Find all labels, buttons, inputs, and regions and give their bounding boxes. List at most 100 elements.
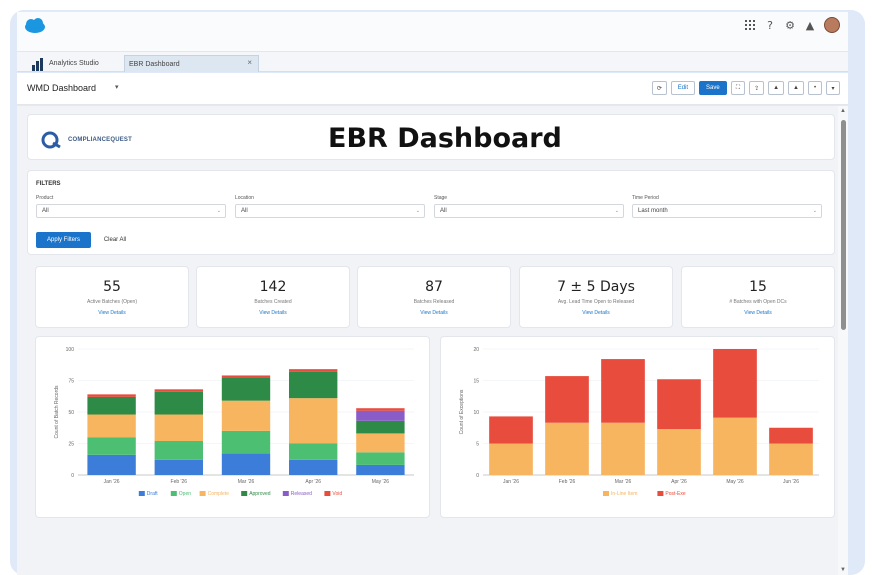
scroll-up-icon[interactable]: ▲ [840,108,846,114]
bar-segment [489,443,533,475]
bar-segment [356,433,405,453]
save-button[interactable]: Save [698,81,727,95]
close-icon[interactable]: × [247,58,252,67]
time-period-select[interactable]: Last month ⌄ [632,204,822,218]
filters-title: FILTERS [36,181,61,187]
global-header: ? ⚙ ▲ [17,12,848,52]
bar-segment [221,375,271,378]
q-logo-icon [41,131,61,149]
bar-segment [356,408,405,411]
x-tick-label: Apr '26 [671,479,687,485]
tab-label: Analytics Studio [49,60,99,67]
clear-all-button[interactable]: Clear All [96,232,134,248]
notify-button[interactable]: ▲ [768,81,785,95]
bar-segment [221,377,271,401]
kpi-card: 15 # Batches with Open DCs View Details [681,266,835,328]
view-details-link[interactable]: View Details [197,310,349,316]
refresh-button[interactable]: ⟳ [651,81,667,95]
share-button[interactable]: ⇪ [749,81,765,95]
y-axis-label: Count of Exceptions [459,389,465,434]
kpi-card: 55 Active Batches (Open) View Details [35,266,189,328]
dashboard-title[interactable]: WMD Dashboard [27,83,96,93]
view-details-link[interactable]: View Details [682,310,834,316]
apply-filters-button[interactable]: Apply Filters [36,232,91,248]
x-tick-label: Mar '26 [238,479,255,485]
refresh-icon: ⟳ [656,85,662,92]
x-tick-label: May '26 [372,479,390,485]
bar-segment [601,422,645,475]
select-value: All [42,208,49,214]
bell-icon[interactable]: ▲ [804,19,816,32]
lock-icon: ▲ [793,85,799,91]
tab-ebr-dashboard[interactable]: EBR Dashboard × [124,55,259,72]
exceptions-chart[interactable]: 0 5 10 15 20 Count of Exceptions Jan '26 Feb '2… [441,337,836,519]
bar-segment [154,391,203,415]
batch-records-chart[interactable]: 0 25 50 75 100 Count of Batch Records Jan '26 F… [36,337,431,519]
avatar[interactable] [824,17,840,33]
dashboard-toolbar: ⟳ Edit Save ⛶ ⇪ ▲ ▲ • ▾ [651,81,840,95]
legend-swatch [603,491,609,496]
select-value: Last month [638,208,668,214]
bar-segment [769,443,813,475]
legend-label: In-Line Item [611,491,637,497]
view-details-link[interactable]: View Details [520,310,672,316]
kpi-value: 7 ± 5 Days [557,279,635,295]
legend-swatch [282,491,289,496]
bar-segment [356,464,405,475]
bar-segment [545,422,589,475]
title-banner: COMPLIANCEQUEST EBR Dashboard [27,114,835,160]
bar-segment [87,437,136,455]
legend-swatch [241,491,248,496]
kpi-value: 142 [259,279,287,295]
y-tick-label: 100 [66,347,75,353]
chevron-down-icon: ▾ [831,85,835,92]
x-tick-label: Mar '26 [615,479,632,485]
tab-analytics-studio[interactable]: Analytics Studio [27,55,122,72]
bar-segment [657,429,701,475]
bar-segment [601,359,645,423]
view-details-link[interactable]: View Details [36,310,188,316]
chevron-down-icon: ⌄ [812,208,817,214]
chevron-down-icon[interactable]: ▾ [115,83,119,91]
y-tick-label: 5 [476,442,479,448]
x-tick-label: Jan '26 [104,479,120,485]
view-details-link[interactable]: View Details [358,310,510,316]
more-button[interactable]: • [808,81,822,95]
scroll-down-icon[interactable]: ▼ [840,567,846,573]
scrollbar[interactable]: ▲ ▼ [838,106,848,575]
settings-icon[interactable]: ⚙ [784,19,796,32]
edit-button[interactable]: Edit [670,81,695,95]
y-tick-label: 15 [473,379,479,385]
y-axis-label: Count of Batch Records [54,385,60,439]
bell-icon: ▲ [773,85,780,91]
y-tick-label: 10 [473,410,479,416]
help-icon[interactable]: ? [764,19,776,32]
x-tick-label: Apr '26 [305,479,321,485]
legend-label: Open [179,491,191,497]
bar-segment [221,430,271,454]
kpi-card: 87 Batches Released View Details [357,266,511,328]
bar-segment [769,427,813,444]
stage-select[interactable]: All ⌄ [434,204,624,218]
bar-segment [289,443,338,460]
expand-button[interactable]: ⛶ [730,81,746,95]
filter-location: Location All ⌄ [235,195,425,218]
scrollbar-thumb[interactable] [841,120,846,330]
kpi-value: 55 [103,279,121,295]
legend-label: Approved [249,491,271,497]
tab-bar: Analytics Studio EBR Dashboard × [17,52,848,72]
legend-swatch [324,491,331,496]
app-grid-icon[interactable] [744,19,756,31]
y-tick-label: 75 [68,379,74,385]
kpi-value: 87 [425,279,443,295]
legend-swatch [170,491,177,496]
field-label: Stage [434,195,448,201]
y-tick-label: 20 [473,347,479,353]
menu-button[interactable]: ▾ [826,81,840,95]
location-select[interactable]: All ⌄ [235,204,425,218]
bar-segment [289,459,338,475]
product-select[interactable]: All ⌄ [36,204,226,218]
filter-product: Product All ⌄ [36,195,226,218]
salesforce-cloud-icon[interactable] [23,18,47,34]
print-button[interactable]: ▲ [788,81,804,95]
